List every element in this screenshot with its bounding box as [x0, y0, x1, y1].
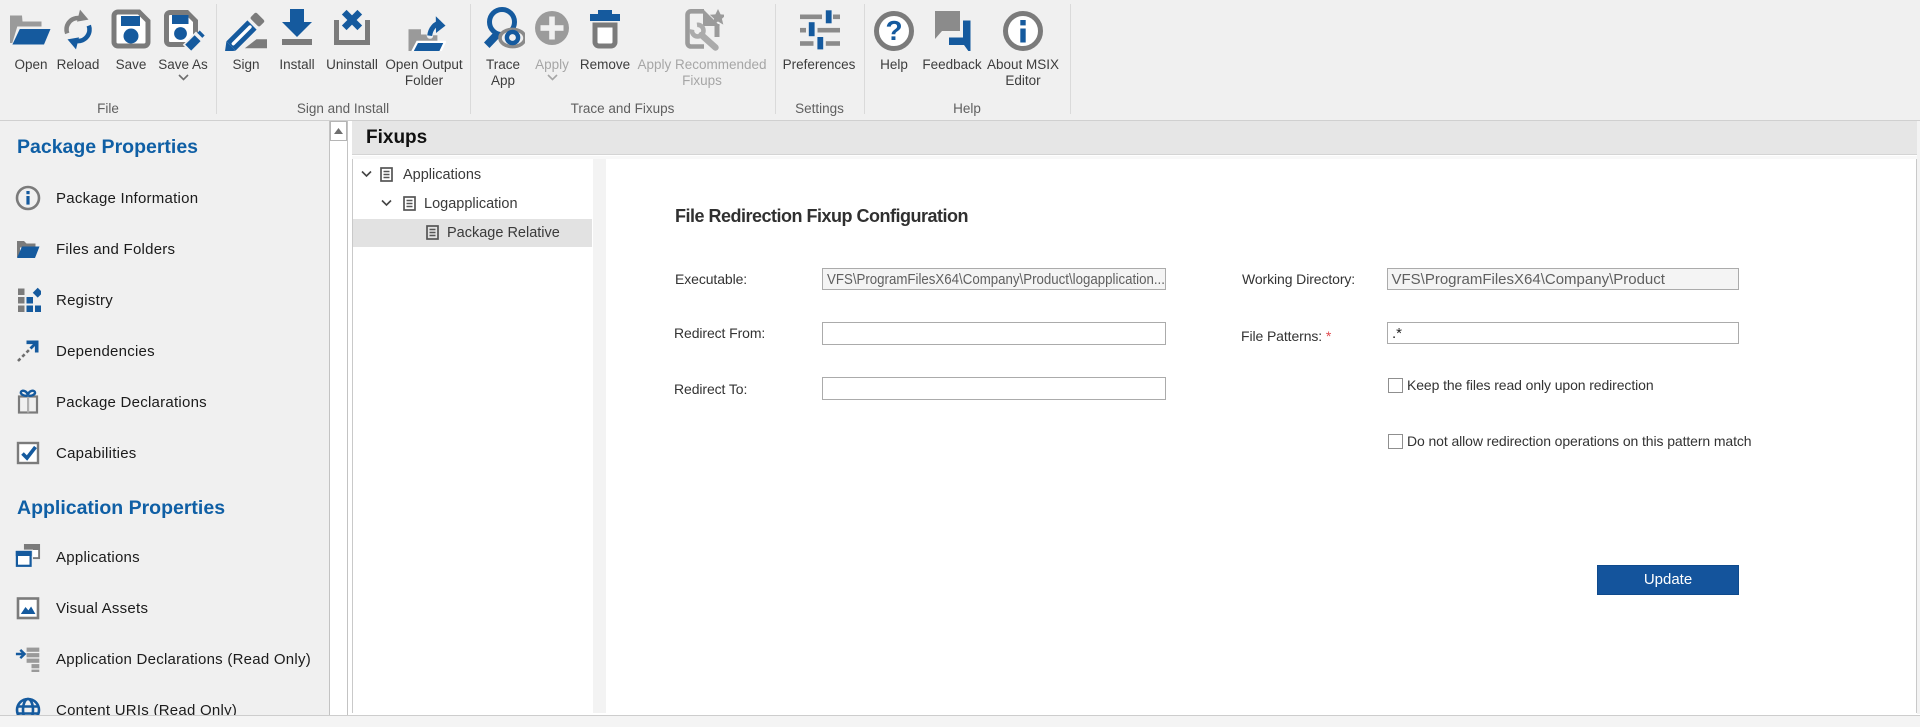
- svg-text:?: ?: [885, 15, 902, 46]
